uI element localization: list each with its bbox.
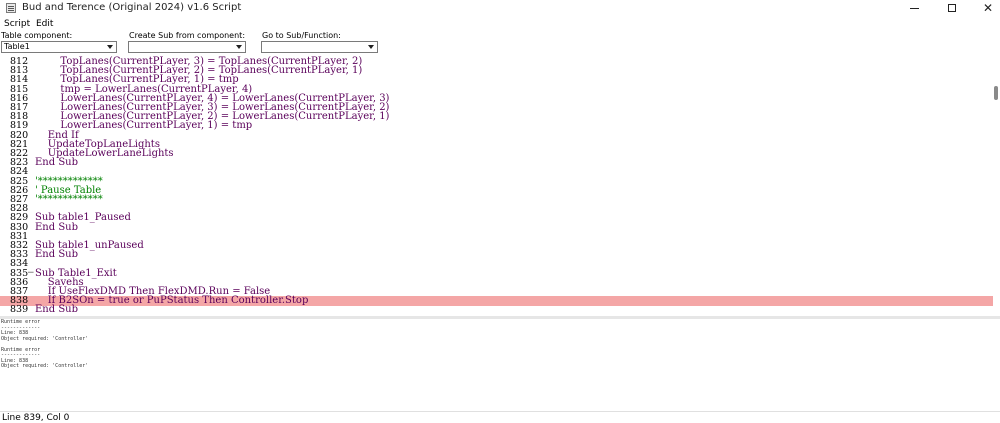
code-line[interactable]: 839 End Sub <box>0 305 993 315</box>
minimize-button[interactable] <box>896 0 932 16</box>
minimize-icon <box>909 7 919 9</box>
fold-toggle-icon[interactable]: − <box>27 268 35 279</box>
menu-script[interactable]: Script <box>4 19 30 29</box>
code-line[interactable]: 822 UpdateLowerLaneLights <box>0 149 993 159</box>
menu-edit[interactable]: Edit <box>36 19 53 29</box>
title-bar: Bud and Terence (Original 2024) v1.6 Scr… <box>0 0 1000 16</box>
chevron-down-icon <box>236 45 242 49</box>
code-line[interactable]: 826 ' Pause Table <box>0 186 993 196</box>
code-text: End Sub <box>35 304 79 316</box>
table-component-value: Table1 <box>4 42 30 51</box>
scrollbar-thumb[interactable] <box>994 86 998 100</box>
output-line: Object required: 'Controller' <box>1 335 89 342</box>
app-icon <box>6 3 16 13</box>
goto-sub-label: Go to Sub/Function: <box>262 31 341 40</box>
create-sub-label: Create Sub from component: <box>129 31 246 40</box>
code-line[interactable]: 833 End Sub <box>0 250 993 260</box>
status-bar: Line 839, Col 0 <box>0 411 1000 423</box>
cursor-position: Line 839, Col 0 <box>2 413 70 423</box>
code-line[interactable]: 824 <box>0 167 993 177</box>
code-editor[interactable]: 812 TopLanes(CurrentPLayer, 3) = TopLane… <box>0 56 993 316</box>
code-line[interactable]: 835− Sub Table1_Exit <box>0 268 993 279</box>
code-line[interactable]: 834 <box>0 259 993 269</box>
chevron-down-icon <box>368 45 374 49</box>
create-sub-select[interactable] <box>128 41 246 53</box>
component-toolbar: Table component: Table1 Create Sub from … <box>0 30 1000 56</box>
maximize-button[interactable] <box>934 0 970 16</box>
table-component-label: Table component: <box>1 31 73 40</box>
close-icon: ✕ <box>982 1 994 15</box>
code-text: '************* <box>35 194 103 205</box>
maximize-icon <box>948 4 956 12</box>
code-line[interactable]: 831 <box>0 232 993 242</box>
code-line[interactable]: 827 '************* <box>0 195 993 205</box>
line-number: 839 <box>10 304 29 316</box>
window-title: Bud and Terence (Original 2024) v1.6 Scr… <box>22 2 242 13</box>
goto-sub-select[interactable] <box>261 41 378 53</box>
code-line[interactable]: 825 '************* <box>0 176 993 187</box>
code-line[interactable]: 832 Sub table1_unPaused <box>0 241 993 251</box>
code-line[interactable]: 829 Sub table1_Paused <box>0 213 993 223</box>
code-text: End Sub <box>35 221 79 233</box>
menu-bar: Script Edit <box>0 17 1000 30</box>
code-line[interactable]: 823 End Sub <box>0 158 993 168</box>
code-line-error[interactable]: 838 If B2SOn = true or PuPStatus Then Co… <box>0 296 993 306</box>
table-component-select[interactable]: Table1 <box>1 41 117 53</box>
code-line[interactable]: 819 LowerLanes(CurrentPLayer, 1) = tmp <box>0 121 993 131</box>
code-line[interactable]: 830 End Sub <box>0 221 993 233</box>
editor-scrollbar[interactable] <box>993 56 1000 316</box>
output-pane[interactable]: Runtime error ------------- Line: 838 Objec… <box>0 319 1000 411</box>
code-text: End Sub <box>35 249 79 261</box>
code-line[interactable]: 828 <box>0 204 993 214</box>
close-button[interactable]: ✕ <box>970 0 1000 16</box>
chevron-down-icon <box>107 45 113 49</box>
code-text: End Sub <box>35 157 79 169</box>
output-line: Object required: 'Controller' <box>1 363 89 369</box>
